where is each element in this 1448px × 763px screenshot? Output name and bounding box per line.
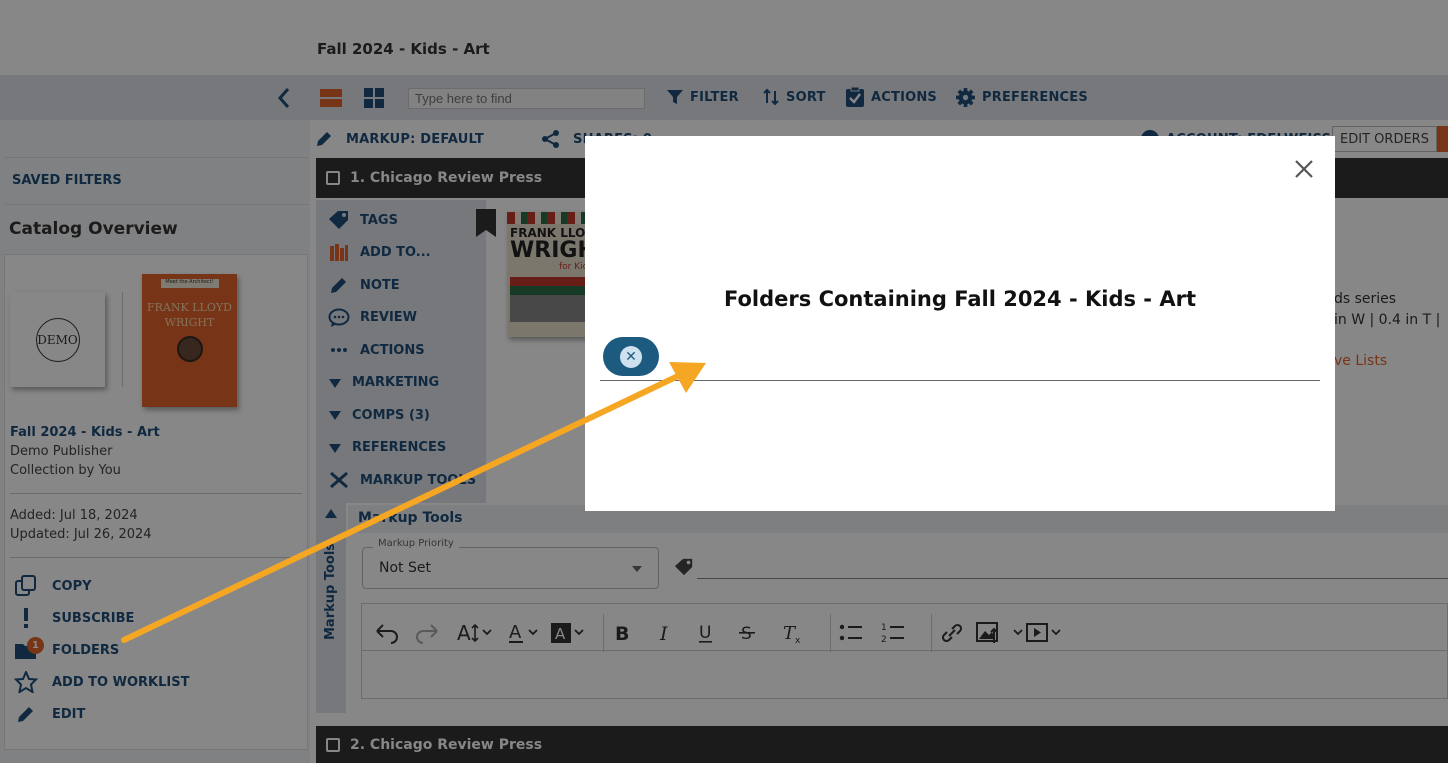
annotation-arrow <box>121 362 706 643</box>
arrow-shaft <box>121 373 681 643</box>
